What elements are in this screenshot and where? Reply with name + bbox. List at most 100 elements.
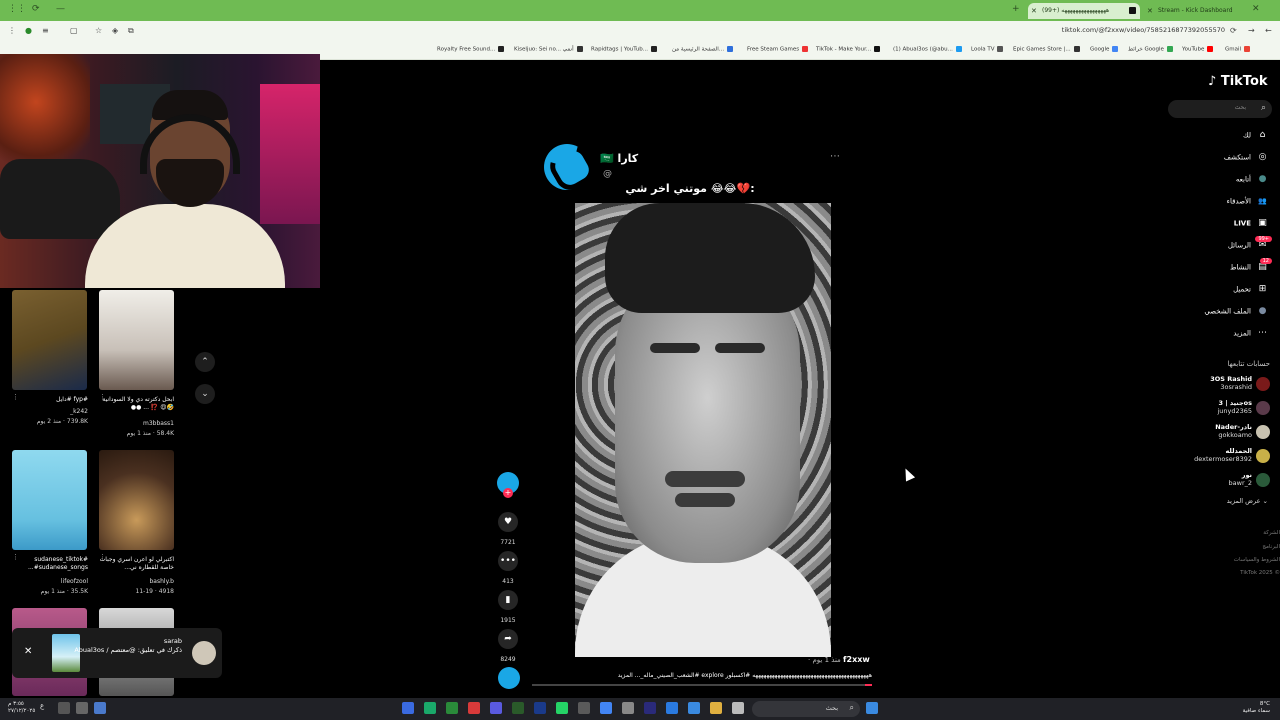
- app-icon[interactable]: [578, 702, 590, 714]
- reload-icon[interactable]: ⟳: [32, 4, 40, 14]
- menu-dots-icon[interactable]: ⋮: [8, 26, 16, 35]
- premiere-icon[interactable]: [644, 702, 656, 714]
- followed-account[interactable]: الحمدلله dextermoser8392: [1160, 447, 1270, 463]
- weather-widget[interactable]: 8°C سماء صافية: [1243, 701, 1270, 715]
- taskbar-search[interactable]: بحث ⌕: [752, 701, 860, 717]
- notification-toast[interactable]: ✕ sarab ذكرك في تعليق: @معتصم / Abual3os: [12, 628, 222, 678]
- sidebar-item-foryou[interactable]: لك ⌂: [1243, 130, 1268, 141]
- previous-video-button[interactable]: ⌃: [195, 352, 215, 372]
- new-tab-icon[interactable]: +: [1012, 4, 1020, 14]
- sidebar-item-explore[interactable]: استكشف ◎: [1224, 152, 1268, 163]
- search-icon[interactable]: ⌕: [1261, 103, 1266, 113]
- tab-tiktok[interactable]: ✕ (99+) ‫ههههههههههههههههه: [1028, 3, 1140, 19]
- bookmark[interactable]: Google: [1090, 46, 1119, 53]
- bookmark[interactable]: TikTok - Make Your...: [816, 46, 881, 53]
- close-window-icon[interactable]: ✕: [1252, 4, 1260, 14]
- bookmark[interactable]: Royalty Free Sound...: [437, 46, 505, 53]
- language-indicator[interactable]: ع: [40, 702, 52, 714]
- video-author[interactable]: m3bbass1: [94, 420, 174, 428]
- app-icon[interactable]: [512, 702, 524, 714]
- start-icon[interactable]: [866, 702, 878, 714]
- video-author[interactable]: lifeofzool: [8, 578, 88, 586]
- close-tab-icon[interactable]: ✕: [1031, 3, 1037, 19]
- bookmark[interactable]: Kiseljuo: Sei no... أنمي: [514, 46, 583, 53]
- mic-icon[interactable]: [94, 702, 106, 714]
- back-icon[interactable]: ←: [1265, 26, 1272, 35]
- video-author-line[interactable]: f2xxw منذ 1 يوم ·: [808, 655, 870, 664]
- reload-page-icon[interactable]: ⟳: [1230, 26, 1237, 35]
- bookmark[interactable]: Loola TV: [971, 46, 1004, 53]
- bookmark[interactable]: Free Steam Games: [747, 46, 809, 53]
- search-input[interactable]: بحث ⌕: [1168, 100, 1272, 118]
- see-more-button[interactable]: عرض المزيد ⌄: [1227, 497, 1268, 505]
- footer-link[interactable]: الشروط والسياسات: [1234, 557, 1280, 563]
- video-author[interactable]: bashly.b: [94, 578, 175, 586]
- volume-icon[interactable]: [76, 702, 88, 714]
- tiktok-logo[interactable]: ♪ TikTok: [1208, 74, 1268, 89]
- video-thumbnail[interactable]: [12, 290, 87, 390]
- footer-link[interactable]: البرنامج: [1262, 544, 1280, 550]
- network-icon[interactable]: [58, 702, 70, 714]
- next-video-button[interactable]: ⌄: [195, 384, 215, 404]
- video-thumbnail[interactable]: [12, 450, 87, 550]
- followed-account[interactable]: نور bawr_2: [1160, 471, 1270, 487]
- author-avatar-small[interactable]: [498, 667, 520, 689]
- app-icon[interactable]: [732, 702, 744, 714]
- page-icon[interactable]: ▢: [70, 26, 78, 35]
- bookmark[interactable]: خرائط Google: [1128, 46, 1173, 53]
- video-author[interactable]: k242_: [8, 408, 88, 416]
- sidebar-item-friends[interactable]: الأصدقاء 👥: [1227, 196, 1268, 207]
- follow-button[interactable]: +: [496, 472, 520, 498]
- window-menu-icon[interactable]: ⋮⋮: [8, 4, 26, 14]
- sidebar-item-upload[interactable]: تحميل ⊞: [1233, 284, 1268, 295]
- bookmark[interactable]: Epic Games Store |...: [1013, 46, 1080, 53]
- extension-icon[interactable]: ●: [25, 26, 32, 35]
- video-player[interactable]: [575, 203, 831, 657]
- app-icon[interactable]: [688, 702, 700, 714]
- bookmark[interactable]: الصفحة الرئيسية من...: [672, 46, 734, 53]
- followed-account[interactable]: جنيد | 3os junyd2365: [1160, 399, 1270, 415]
- bookmark[interactable]: Rapidtags | YouTub...: [591, 46, 658, 53]
- author-name[interactable]: 🇸🇦 كارا: [600, 152, 638, 165]
- app-icon[interactable]: [490, 702, 502, 714]
- followed-account[interactable]: 3OS Rashid 3osrashid: [1160, 375, 1270, 391]
- save-button[interactable]: ▮ 1915: [496, 590, 520, 624]
- minimize-icon[interactable]: —: [56, 4, 65, 14]
- playlist-icon[interactable]: ≡: [42, 26, 49, 35]
- app-icon[interactable]: [468, 702, 480, 714]
- app-icon[interactable]: [424, 702, 436, 714]
- more-options-icon[interactable]: ⋯: [830, 151, 840, 162]
- share-button[interactable]: ➦ 8249: [496, 629, 520, 663]
- forward-icon[interactable]: →: [1248, 26, 1255, 35]
- taskbar-clock[interactable]: ٣:٥٥ م ٢٧/١٢/٢٠٢٥: [8, 701, 35, 715]
- app-icon[interactable]: [666, 702, 678, 714]
- share-icon[interactable]: ⧉: [128, 26, 134, 36]
- app-icon[interactable]: [446, 702, 458, 714]
- chrome-icon[interactable]: [600, 702, 612, 714]
- sidebar-item-profile[interactable]: الملف الشخصي ●: [1204, 306, 1268, 317]
- app-icon[interactable]: [534, 702, 546, 714]
- sidebar-item-live[interactable]: LIVE ▣: [1234, 218, 1268, 229]
- video-progress-bar[interactable]: [532, 684, 872, 686]
- video-thumbnail[interactable]: [99, 290, 174, 390]
- sidebar-item-more[interactable]: المزيد ⋯: [1233, 328, 1268, 339]
- bookmark[interactable]: YouTube: [1182, 46, 1214, 53]
- tab-kick[interactable]: ✕ Stream - Kick Dashboard: [1144, 3, 1244, 19]
- extensions-icon[interactable]: ◈: [112, 26, 118, 35]
- video-thumbnail[interactable]: [99, 450, 174, 550]
- bookmark[interactable]: (1) Abual3os (@abu...: [893, 46, 962, 53]
- file-explorer-icon[interactable]: [710, 702, 722, 714]
- app-icon[interactable]: [402, 702, 414, 714]
- whatsapp-icon[interactable]: [556, 702, 568, 714]
- footer-link[interactable]: الشركة: [1263, 530, 1280, 536]
- bookmark[interactable]: Gmail: [1225, 46, 1251, 53]
- close-tab-icon[interactable]: ✕: [1147, 3, 1153, 19]
- followed-account[interactable]: Nader-نادر gokkoamo: [1160, 423, 1270, 439]
- comment-button[interactable]: ••• 413: [496, 551, 520, 585]
- like-button[interactable]: ♥ 7721: [496, 512, 520, 546]
- star-icon[interactable]: ☆: [95, 26, 102, 35]
- url-field[interactable]: tiktok.com/@f2xxw/video/7585216877392055…: [1062, 26, 1225, 34]
- close-icon[interactable]: ✕: [24, 646, 32, 657]
- sidebar-item-following[interactable]: أتابعه ●: [1236, 174, 1268, 185]
- app-icon[interactable]: [622, 702, 634, 714]
